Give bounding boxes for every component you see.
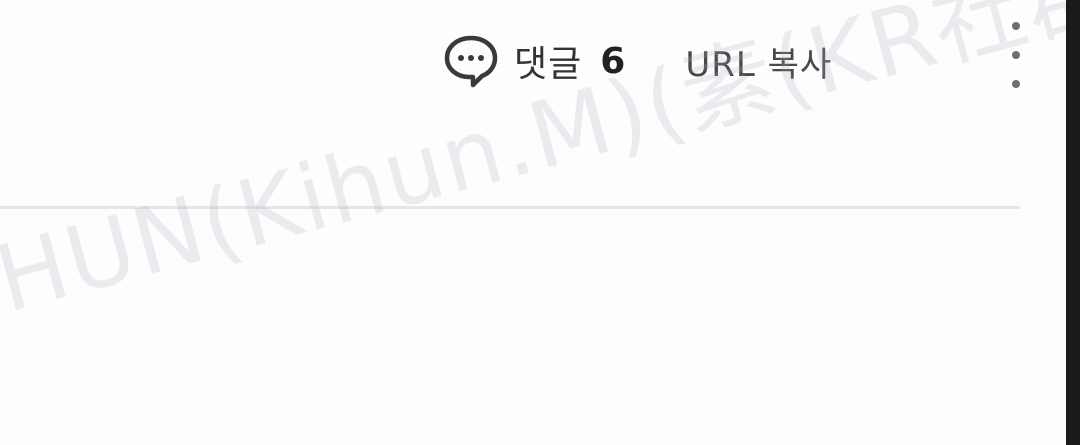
comment-label: 댓글	[514, 44, 583, 85]
speech-bubble-icon	[444, 35, 498, 88]
comment-button[interactable]: 댓글 6	[442, 32, 625, 90]
more-vertical-icon-dot-middle	[1012, 51, 1020, 59]
post-action-bar: 댓글 6 URL 복사	[442, 26, 832, 96]
more-vertical-icon-dot-bottom	[1012, 80, 1020, 88]
comment-count: 6	[600, 40, 626, 82]
post-footer-panel: 댓글 6 URL 복사 HUN(Kihun.M)(素(KR社群) 362	[0, 0, 1080, 445]
section-divider	[0, 206, 1020, 209]
more-options-button[interactable]	[1002, 22, 1030, 88]
window-edge	[1066, 0, 1080, 445]
more-vertical-icon-dot-top	[1012, 22, 1020, 30]
url-copy-button[interactable]: URL 복사	[685, 37, 832, 86]
